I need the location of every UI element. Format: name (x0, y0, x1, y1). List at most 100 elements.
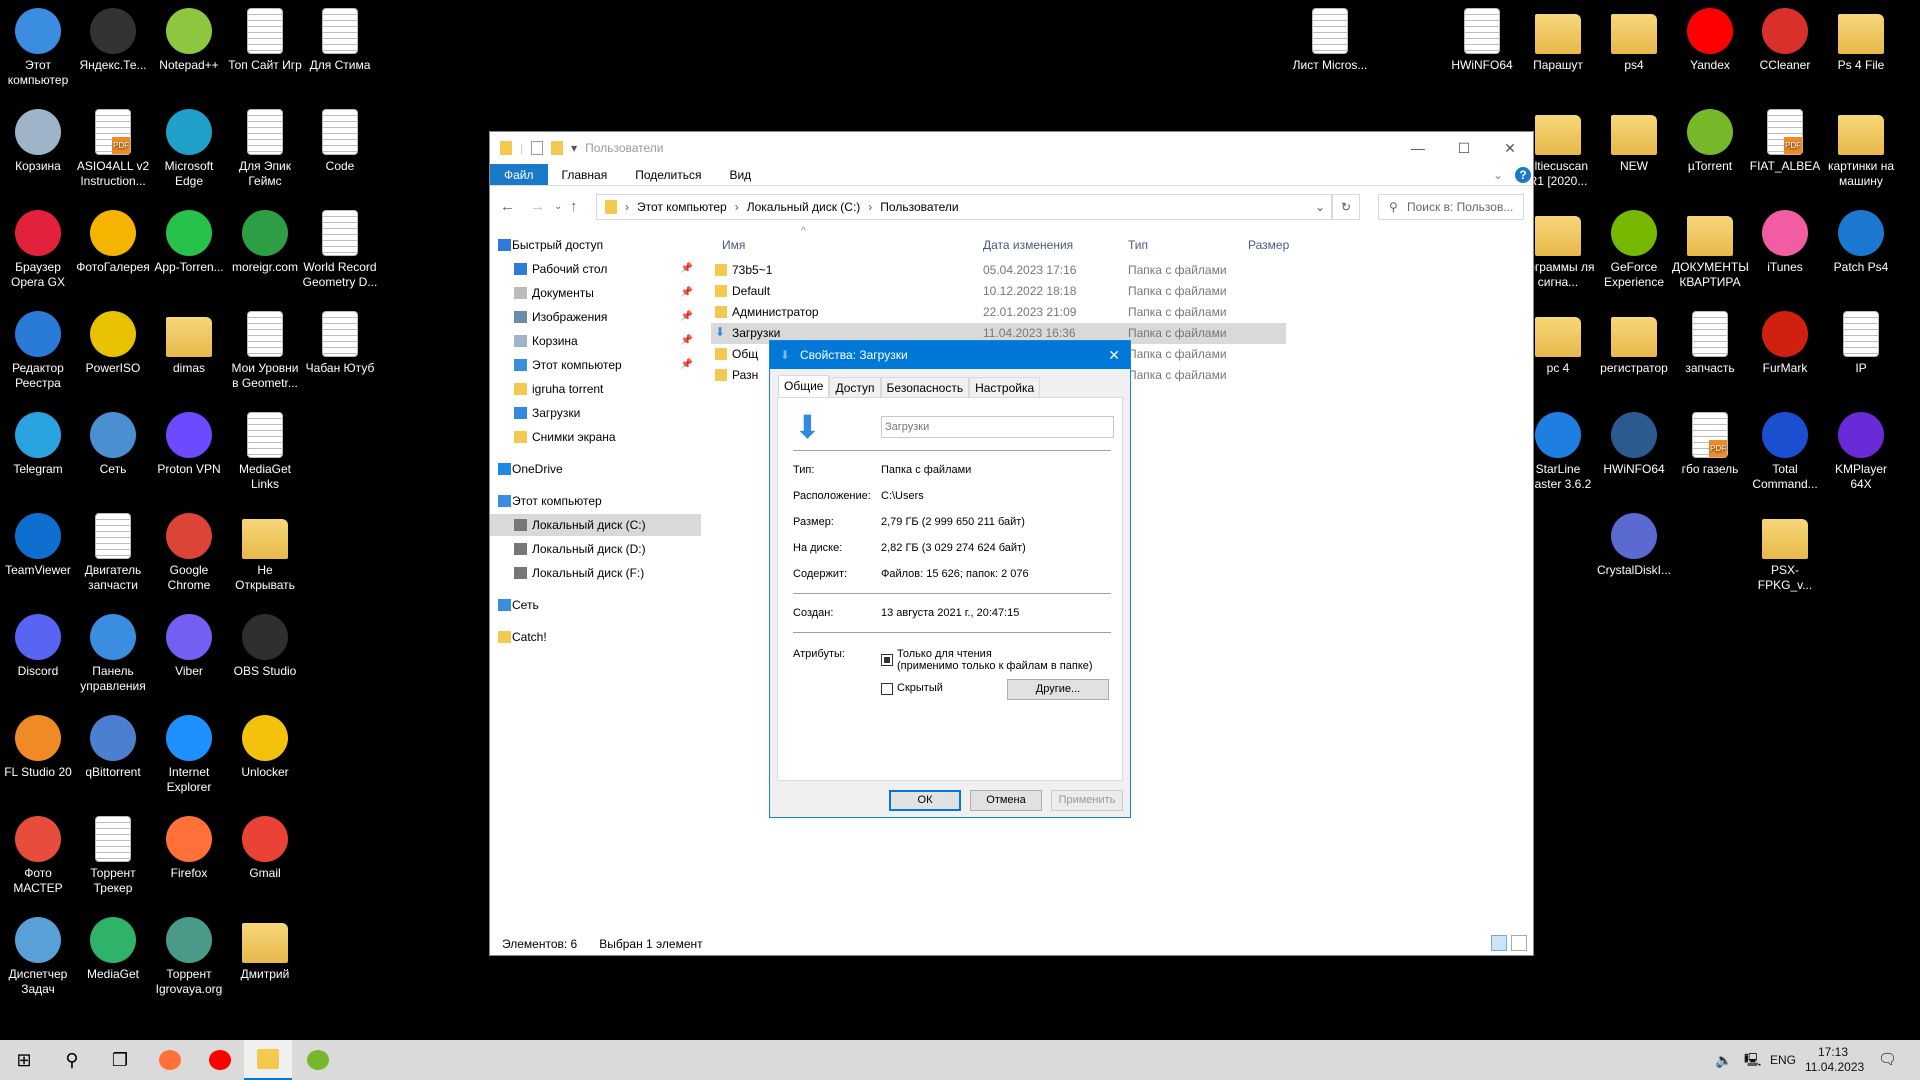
desktop-icon-doc[interactable]: запчасть (1672, 309, 1748, 376)
desktop-icon-obs[interactable]: OBS Studio (227, 612, 303, 679)
desktop-icon-hwinfo[interactable]: HWiNFO64 (1596, 410, 1672, 477)
desktop-icon-doc[interactable]: Code (302, 107, 378, 174)
pin-icon[interactable]: 📌 (681, 282, 693, 304)
desktop-icon-geforce[interactable]: GeForce Experience (1596, 208, 1672, 290)
pin-icon[interactable]: 📌 (681, 354, 693, 376)
desktop-icon-task-manager[interactable]: Диспетчер Задач (0, 915, 76, 997)
ok-button[interactable]: ОК (889, 790, 961, 811)
taskbar-start-button[interactable]: ⊞ (0, 1040, 48, 1080)
desktop-icon-folder[interactable]: NEW (1596, 107, 1672, 174)
network-icon[interactable]: 🖳 (1744, 1040, 1761, 1080)
taskbar-yandex-button[interactable] (196, 1040, 244, 1080)
sidebar-item[interactable]: Загрузки (490, 402, 701, 424)
breadcrumb-item[interactable]: Пользователи (880, 200, 958, 214)
desktop-icon-pdf[interactable]: PDF FIAT_ALBEA (1747, 107, 1823, 174)
desktop-icon-doc[interactable]: HWiNFO64 (1444, 6, 1520, 73)
desktop-icon-doc[interactable]: MediaGet Links (227, 410, 303, 492)
sidebar-item[interactable]: Сеть (490, 594, 701, 616)
forward-button[interactable]: → (530, 192, 545, 222)
desktop-icon-doc[interactable]: Для Стима (302, 6, 378, 73)
sidebar-item[interactable]: Локальный диск (C:) (490, 514, 701, 536)
desktop-icon-yandex[interactable]: Yandex (1672, 6, 1748, 73)
desktop-icon-gmail[interactable]: Gmail (227, 814, 303, 881)
tab-customize[interactable]: Настройка (969, 377, 1041, 397)
breadcrumb-item[interactable]: Этот компьютер (637, 200, 727, 214)
apply-button[interactable]: Применить (1051, 790, 1123, 811)
taskbar-file-explorer-button[interactable] (244, 1040, 292, 1080)
desktop-icon-app-torrent[interactable]: App-Torren... (151, 208, 227, 275)
column-header-name[interactable]: Имя (722, 238, 745, 252)
taskbar-firefox-button[interactable] (146, 1040, 194, 1080)
desktop-icon-photo-gallery[interactable]: ФотоГалерея (75, 208, 151, 275)
column-header-date[interactable]: Дата изменения (983, 238, 1073, 252)
large-icons-view-button[interactable] (1511, 935, 1527, 951)
desktop-icon-fl-studio[interactable]: FL Studio 20 (0, 713, 76, 780)
desktop-icon-folder[interactable]: картинки на машину (1823, 107, 1899, 189)
desktop-icon-telegram[interactable]: Telegram (0, 410, 76, 477)
advanced-button[interactable]: Другие... (1007, 679, 1109, 700)
folder-name-input[interactable]: Загрузки (881, 416, 1114, 438)
desktop-icon-excel[interactable]: Лист Micros... (1292, 6, 1368, 73)
address-bar[interactable]: › Этот компьютер › Локальный диск (C:) ›… (596, 194, 1332, 220)
desktop-icon-network[interactable]: Сеть (75, 410, 151, 477)
desktop-icon-yandex-telemost[interactable]: Яндекс.Те... (75, 6, 151, 73)
dialog-close-button[interactable]: ✕ (1108, 341, 1120, 369)
sidebar-item[interactable]: Рабочий стол 📌 (490, 258, 701, 280)
desktop-icon-chrome[interactable]: Google Chrome (151, 511, 227, 593)
new-folder-quick-icon[interactable] (551, 141, 564, 155)
tab-general[interactable]: Общие (778, 375, 830, 397)
desktop-icon-proton-vpn[interactable]: Proton VPN (151, 410, 227, 477)
sidebar-item[interactable]: OneDrive (490, 458, 701, 480)
minimize-button[interactable]: — (1395, 132, 1441, 164)
address-dropdown-icon[interactable]: ⌄ (1315, 200, 1325, 214)
back-button[interactable]: ← (500, 192, 515, 222)
tab-share[interactable]: Поделиться (621, 164, 715, 185)
hidden-checkbox[interactable] (881, 683, 893, 695)
sidebar-item[interactable]: Локальный диск (D:) (490, 538, 701, 560)
file-row[interactable]: Администратор 22.01.2023 21:09 Папка с фай… (711, 302, 1286, 323)
readonly-checkbox[interactable] (881, 654, 893, 666)
sidebar-item[interactable]: Catch! (490, 626, 701, 648)
refresh-button[interactable]: ↻ (1332, 194, 1360, 220)
search-input[interactable]: ⚲ Поиск в: Пользов... (1378, 194, 1524, 220)
breadcrumb-item[interactable]: Локальный диск (C:) (747, 200, 861, 214)
desktop-icon-folder[interactable]: Парашут (1520, 6, 1596, 73)
sidebar-item[interactable]: Локальный диск (F:) (490, 562, 701, 584)
close-button[interactable]: ✕ (1487, 132, 1533, 164)
clock[interactable]: 17:13 11.04.2023 (1805, 1040, 1864, 1080)
tab-sharing[interactable]: Доступ (829, 377, 881, 397)
sidebar-item[interactable]: Документы 📌 (490, 282, 701, 304)
volume-icon[interactable]: 🔈 (1715, 1040, 1732, 1080)
notification-center-icon[interactable]: 🗨 (1878, 1040, 1897, 1080)
desktop-icon-folder[interactable]: PSX-FPKG_v... (1747, 511, 1823, 593)
taskbar-utorrent-button[interactable] (294, 1040, 342, 1080)
desktop-icon-kmplayer[interactable]: KMPlayer 64X (1823, 410, 1899, 492)
desktop-icon-edge[interactable]: Microsoft Edge (151, 107, 227, 189)
desktop-icon-viber[interactable]: Viber (151, 612, 227, 679)
desktop-icon-doc[interactable]: Торрент Трекер (75, 814, 151, 896)
desktop-icon-folder[interactable]: Ps 4 File (1823, 6, 1899, 73)
desktop-icon-word-doc[interactable]: Двигатель запчасти (75, 511, 151, 593)
desktop-icon-patch[interactable]: Patch Ps4 (1823, 208, 1899, 275)
expand-ribbon-icon[interactable]: ⌄ (1493, 164, 1513, 185)
desktop-icon-folder[interactable]: ps4 (1596, 6, 1672, 73)
desktop-icon-moreigr[interactable]: moreigr.com (227, 208, 303, 275)
desktop-icon-firefox[interactable]: Firefox (151, 814, 227, 881)
desktop-icon-folder[interactable]: Не Открывать (227, 511, 303, 593)
desktop-icon-itunes[interactable]: iTunes (1747, 208, 1823, 275)
desktop-icon-ccleaner[interactable]: CCleaner (1747, 6, 1823, 73)
desktop-icon-doc[interactable]: IP (1823, 309, 1899, 376)
tab-security[interactable]: Безопасность (880, 377, 970, 397)
tab-home[interactable]: Главная (548, 164, 622, 185)
sidebar-item[interactable]: Этот компьютер 📌 (490, 354, 701, 376)
desktop-icon-internet-explorer[interactable]: Internet Explorer (151, 713, 227, 795)
desktop-icon-user-folder[interactable]: dimas (151, 309, 227, 376)
desktop-icon-crystaldisk[interactable]: CrystalDiskI... (1596, 511, 1672, 578)
sidebar-item[interactable]: igruha torrent (490, 378, 701, 400)
desktop-icon-opera-gx[interactable]: Браузер Opera GX (0, 208, 76, 290)
pin-icon[interactable]: 📌 (681, 306, 693, 328)
desktop-icon-doc[interactable]: Для Эпик Геймс (227, 107, 303, 189)
desktop-icon-control-panel[interactable]: Панель управления (75, 612, 151, 694)
desktop-icon-utorrent[interactable]: Торрент Igrovaya.org (151, 915, 227, 997)
tab-view[interactable]: Вид (715, 164, 765, 185)
